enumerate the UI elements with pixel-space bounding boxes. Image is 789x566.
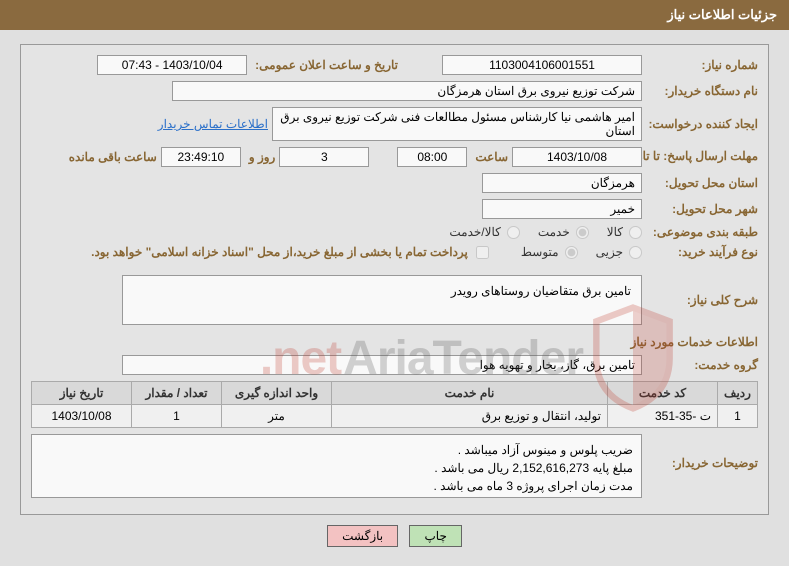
th-row: ردیف [718, 382, 758, 405]
cell-qty: 1 [132, 405, 222, 428]
button-bar: چاپ بازگشت [0, 525, 789, 553]
deadline-date: 1403/10/08 [512, 147, 642, 167]
buyer-org-label: نام دستگاه خریدار: [646, 84, 758, 98]
services-info-header: اطلاعات خدمات مورد نیاز [31, 335, 758, 349]
row-city: شهر محل تحویل: خمیر [31, 199, 758, 219]
need-number-value: 1103004106001551 [442, 55, 642, 75]
announce-value: 1403/10/04 - 07:43 [97, 55, 247, 75]
classification-label: طبقه بندی موضوعی: [646, 225, 758, 239]
row-deadline: مهلت ارسال پاسخ: تا تاریخ: 1403/10/08 سا… [31, 147, 758, 167]
main-panel: AriaTender.net شماره نیاز: 1103004106001… [20, 44, 769, 515]
province-label: استان محل تحویل: [646, 176, 758, 190]
radio-goods-service[interactable]: کالا/خدمت [435, 225, 519, 239]
row-need-number: شماره نیاز: 1103004106001551 تاریخ و ساع… [31, 55, 758, 75]
radio-minor[interactable]: جزیی [582, 245, 642, 259]
purchase-type-label: نوع فرآیند خرید: [646, 245, 758, 259]
announce-label: تاریخ و ساعت اعلان عمومی: [251, 58, 398, 72]
th-date: تاریخ نیاز [32, 382, 132, 405]
page: جزئیات اطلاعات نیاز AriaTender.net شماره… [0, 0, 789, 553]
buyer-note-line: مدت زمان اجرای پروژه 3 ماه می باشد . [40, 477, 633, 495]
service-group-label: گروه خدمت: [646, 358, 758, 372]
cell-code: ت -35-351 [608, 405, 718, 428]
row-buyer-org: نام دستگاه خریدار: شرکت توزیع نیروی برق … [31, 81, 758, 101]
buyer-org-value: شرکت توزیع نیروی برق استان هرمزگان [172, 81, 642, 101]
row-province: استان محل تحویل: هرمزگان [31, 173, 758, 193]
radio-service[interactable]: خدمت [524, 225, 589, 239]
buyer-notes-box[interactable]: ضریب پلوس و مینوس آزاد میباشد . مبلغ پای… [31, 434, 642, 498]
buyer-note-line: ضریب پلوس و مینوس آزاد میباشد . [40, 441, 633, 459]
treasury-note: پرداخت تمام یا بخشی از مبلغ خرید،از محل … [91, 245, 468, 259]
row-purchase-type: نوع فرآیند خرید: جزیی متوسط پرداخت تمام … [31, 245, 758, 259]
remaining-label: ساعت باقی مانده [65, 150, 157, 164]
requester-value: امیر هاشمی نیا کارشناس مسئول مطالعات فنی… [272, 107, 642, 141]
province-value: هرمزگان [482, 173, 642, 193]
deadline-label: مهلت ارسال پاسخ: تا تاریخ: [646, 149, 758, 165]
cell-date: 1403/10/08 [32, 405, 132, 428]
treasury-checkbox[interactable] [476, 246, 489, 259]
th-qty: تعداد / مقدار [132, 382, 222, 405]
buyer-contact-link[interactable]: اطلاعات تماس خریدار [158, 117, 268, 131]
radio-medium[interactable]: متوسط [507, 245, 578, 259]
th-unit: واحد اندازه گیری [222, 382, 332, 405]
overall-desc-text: تامین برق متقاضیان روستاهای رویدر [451, 284, 631, 298]
buyer-note-line: تهیه ترانس و تابلو و پایه و سیم آلومینیو… [40, 495, 633, 498]
requester-label: ایجاد کننده درخواست: [646, 117, 758, 131]
row-classification: طبقه بندی موضوعی: کالا خدمت کالا/خدمت [31, 225, 758, 239]
page-title: جزئیات اطلاعات نیاز [667, 7, 777, 22]
city-label: شهر محل تحویل: [646, 202, 758, 216]
overall-label: شرح کلی نیاز: [646, 275, 758, 307]
buyer-notes-label: توضیحات خریدار: [646, 434, 758, 470]
row-buyer-notes: توضیحات خریدار: ضریب پلوس و مینوس آزاد م… [31, 434, 758, 498]
th-name: نام خدمت [332, 382, 608, 405]
need-number-label: شماره نیاز: [646, 58, 758, 72]
remaining-time: 23:49:10 [161, 147, 241, 167]
buyer-note-line: مبلغ پایه 2,152,616,273 ریال می باشد . [40, 459, 633, 477]
table-row: 1 ت -35-351 تولید، انتقال و توزیع برق مت… [32, 405, 758, 428]
print-button[interactable]: چاپ [409, 525, 461, 547]
overall-desc-box: تامین برق متقاضیان روستاهای رویدر [122, 275, 642, 325]
time-label: ساعت [471, 150, 508, 164]
days-value: 3 [279, 147, 369, 167]
row-service-group: گروه خدمت: تامین برق، گاز، بخار و تهویه … [31, 355, 758, 375]
row-requester: ایجاد کننده درخواست: امیر هاشمی نیا کارش… [31, 107, 758, 141]
city-value: خمیر [482, 199, 642, 219]
cell-row: 1 [718, 405, 758, 428]
back-button[interactable]: بازگشت [327, 525, 398, 547]
table-header-row: ردیف کد خدمت نام خدمت واحد اندازه گیری ت… [32, 382, 758, 405]
service-group-value: تامین برق، گاز، بخار و تهویه هوا [122, 355, 642, 375]
th-code: کد خدمت [608, 382, 718, 405]
days-label: روز و [245, 150, 276, 164]
cell-unit: متر [222, 405, 332, 428]
deadline-time: 08:00 [397, 147, 467, 167]
radio-goods[interactable]: کالا [593, 225, 642, 239]
cell-name: تولید، انتقال و توزیع برق [332, 405, 608, 428]
row-overall: شرح کلی نیاز: تامین برق متقاضیان روستاها… [31, 275, 758, 325]
services-table: ردیف کد خدمت نام خدمت واحد اندازه گیری ت… [31, 381, 758, 428]
page-header: جزئیات اطلاعات نیاز [0, 0, 789, 30]
